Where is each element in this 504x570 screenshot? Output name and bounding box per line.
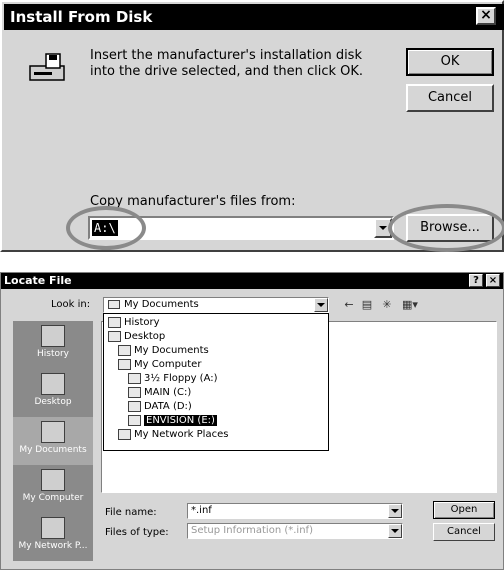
chevron-down-icon <box>391 509 399 513</box>
list-item[interactable]: DATA (D:) <box>128 400 192 414</box>
look-in-dropdown-button[interactable] <box>314 298 328 312</box>
file-type-label: Files of type: <box>105 527 169 538</box>
list-item-selected[interactable]: ENVISION (E:) <box>128 414 217 428</box>
look-in-label: Look in: <box>51 299 91 310</box>
list-item[interactable]: My Computer <box>118 358 201 372</box>
floppy-drive-icon <box>128 372 141 384</box>
place-history[interactable]: History <box>13 321 93 369</box>
view-menu-icon[interactable]: ▦▾ <box>399 298 421 312</box>
look-in-select[interactable]: My Documents <box>103 297 329 313</box>
disk-drive-icon <box>28 52 68 84</box>
list-item[interactable]: Desktop <box>108 330 165 344</box>
cancel-button[interactable]: Cancel <box>433 523 495 541</box>
look-in-value: My Documents <box>124 299 199 310</box>
install-from-disk-dialog: Install From Disk × Insert the manufactu… <box>0 0 504 252</box>
file-type-value: Setup Information (*.inf) <box>191 525 313 536</box>
instruction-text: Insert the manufacturer's installation d… <box>90 48 364 79</box>
list-item[interactable]: My Documents <box>118 344 209 358</box>
file-name-value: *.inf <box>191 505 212 516</box>
history-icon <box>41 325 65 347</box>
network-places-icon <box>41 517 65 539</box>
list-item[interactable]: MAIN (C:) <box>128 386 191 400</box>
ok-button[interactable]: OK <box>406 48 494 76</box>
place-my-computer[interactable]: My Computer <box>13 465 93 513</box>
chevron-down-icon <box>379 226 387 230</box>
help-button[interactable]: ? <box>469 274 483 287</box>
highlight-ring-path <box>66 206 146 250</box>
back-icon[interactable]: ← <box>341 298 357 312</box>
up-folder-icon[interactable]: ▤ <box>359 298 375 312</box>
place-label: My Network P... <box>18 541 88 551</box>
dialog-title: Install From Disk <box>4 4 504 30</box>
my-documents-icon <box>41 421 65 443</box>
history-icon <box>108 316 121 328</box>
close-button[interactable]: × <box>486 274 500 287</box>
my-computer-icon <box>41 469 65 491</box>
cancel-button[interactable]: Cancel <box>406 84 494 112</box>
new-folder-icon[interactable]: ✳ <box>379 298 395 312</box>
open-button[interactable]: Open <box>433 501 495 519</box>
place-label: My Computer <box>22 493 84 503</box>
chevron-down-icon <box>391 529 399 533</box>
cd-drive-icon <box>128 414 141 426</box>
file-name-label: File name: <box>105 507 157 518</box>
list-item[interactable]: History <box>108 316 160 330</box>
chevron-down-icon <box>317 303 325 307</box>
file-name-dropdown-button[interactable] <box>388 504 402 518</box>
hard-drive-icon <box>128 386 141 398</box>
place-my-documents[interactable]: My Documents <box>13 417 93 465</box>
list-item[interactable]: My Network Places <box>118 428 228 442</box>
places-bar: History Desktop My Documents My Computer… <box>13 321 93 561</box>
file-type-dropdown-button[interactable] <box>388 524 402 538</box>
place-desktop[interactable]: Desktop <box>13 369 93 417</box>
dialog-title: Locate File <box>1 273 503 289</box>
close-button[interactable]: × <box>476 7 496 25</box>
network-places-icon <box>118 428 131 440</box>
folder-icon <box>108 300 120 309</box>
list-item[interactable]: 3½ Floppy (A:) <box>128 372 218 386</box>
place-network[interactable]: My Network P... <box>13 513 93 561</box>
highlight-ring-browse <box>388 204 504 252</box>
my-documents-icon <box>118 344 131 356</box>
place-label: Desktop <box>34 397 72 407</box>
my-computer-icon <box>118 358 131 370</box>
file-name-input[interactable]: *.inf <box>187 503 403 519</box>
place-label: My Documents <box>19 445 87 455</box>
locate-file-dialog: Locate File ? × Look in: My Documents ← … <box>0 272 504 570</box>
look-in-dropdown-list: History Desktop My Documents My Computer… <box>103 313 329 451</box>
hard-drive-icon <box>128 400 141 412</box>
desktop-icon <box>41 373 65 395</box>
desktop-icon <box>108 330 121 342</box>
file-type-select[interactable]: Setup Information (*.inf) <box>187 523 403 539</box>
place-label: History <box>36 349 70 359</box>
